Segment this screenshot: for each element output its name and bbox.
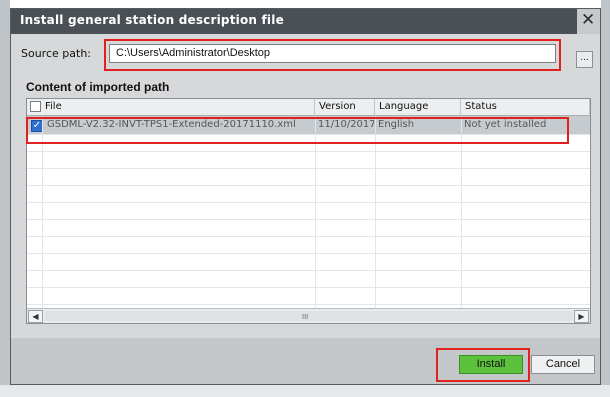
horizontal-scrollbar[interactable]: ◀ III ▶ xyxy=(27,308,590,323)
grid-line xyxy=(461,116,462,308)
browse-button[interactable]: ... xyxy=(576,51,593,68)
column-header-file[interactable]: File xyxy=(27,99,315,116)
grid-line xyxy=(375,116,376,308)
background-window-bottom xyxy=(0,385,610,397)
cell-file: GSDML-V2.32-INVT-TPS1-Extended-20171110.… xyxy=(47,119,296,130)
grid-line xyxy=(27,219,590,220)
grid-line xyxy=(27,287,590,288)
grid-line xyxy=(27,168,590,169)
chevron-left-icon[interactable]: ◀ xyxy=(28,310,43,323)
grid-line xyxy=(42,116,43,308)
cell-status: Not yet installed xyxy=(464,119,547,130)
cancel-button[interactable]: Cancel xyxy=(531,355,595,374)
grid-line xyxy=(27,134,590,135)
column-header-language[interactable]: Language xyxy=(375,99,461,116)
dialog-title: Install general station description file xyxy=(20,13,284,27)
grid-line xyxy=(27,202,590,203)
close-icon: ✕ xyxy=(581,10,596,30)
content-section-label: Content of imported path xyxy=(26,80,170,94)
grid-line xyxy=(27,304,590,305)
select-all-checkbox[interactable] xyxy=(30,101,41,112)
scrollbar-grip: III xyxy=(302,313,309,321)
dialog-footer: Install Cancel xyxy=(11,338,600,384)
dialog-titlebar: Install general station description file… xyxy=(11,9,600,34)
grid-line xyxy=(27,236,590,237)
source-path-label: Source path: xyxy=(21,47,91,60)
install-gsd-dialog: Install general station description file… xyxy=(10,8,601,385)
grid-line xyxy=(315,116,316,308)
scrollbar-thumb[interactable]: III xyxy=(45,311,573,321)
grid-line xyxy=(27,151,590,152)
grid-line xyxy=(27,270,590,271)
column-header-version[interactable]: Version xyxy=(315,99,375,116)
cell-language: English xyxy=(378,119,415,130)
source-path-input[interactable]: C:\Users\Administrator\Desktop xyxy=(109,44,556,63)
install-button[interactable]: Install xyxy=(459,355,523,374)
close-button[interactable]: ✕ xyxy=(577,9,600,34)
background-window-left xyxy=(0,0,10,397)
gsd-file-table: File Version Language Status ✓ GSDML-V2.… xyxy=(26,98,591,324)
cell-version: 11/10/2017... xyxy=(318,119,374,130)
background-window-right xyxy=(601,0,610,397)
chevron-right-icon[interactable]: ▶ xyxy=(574,310,589,323)
column-header-status[interactable]: Status xyxy=(461,99,590,116)
grid-line xyxy=(27,253,590,254)
grid-line xyxy=(27,185,590,186)
